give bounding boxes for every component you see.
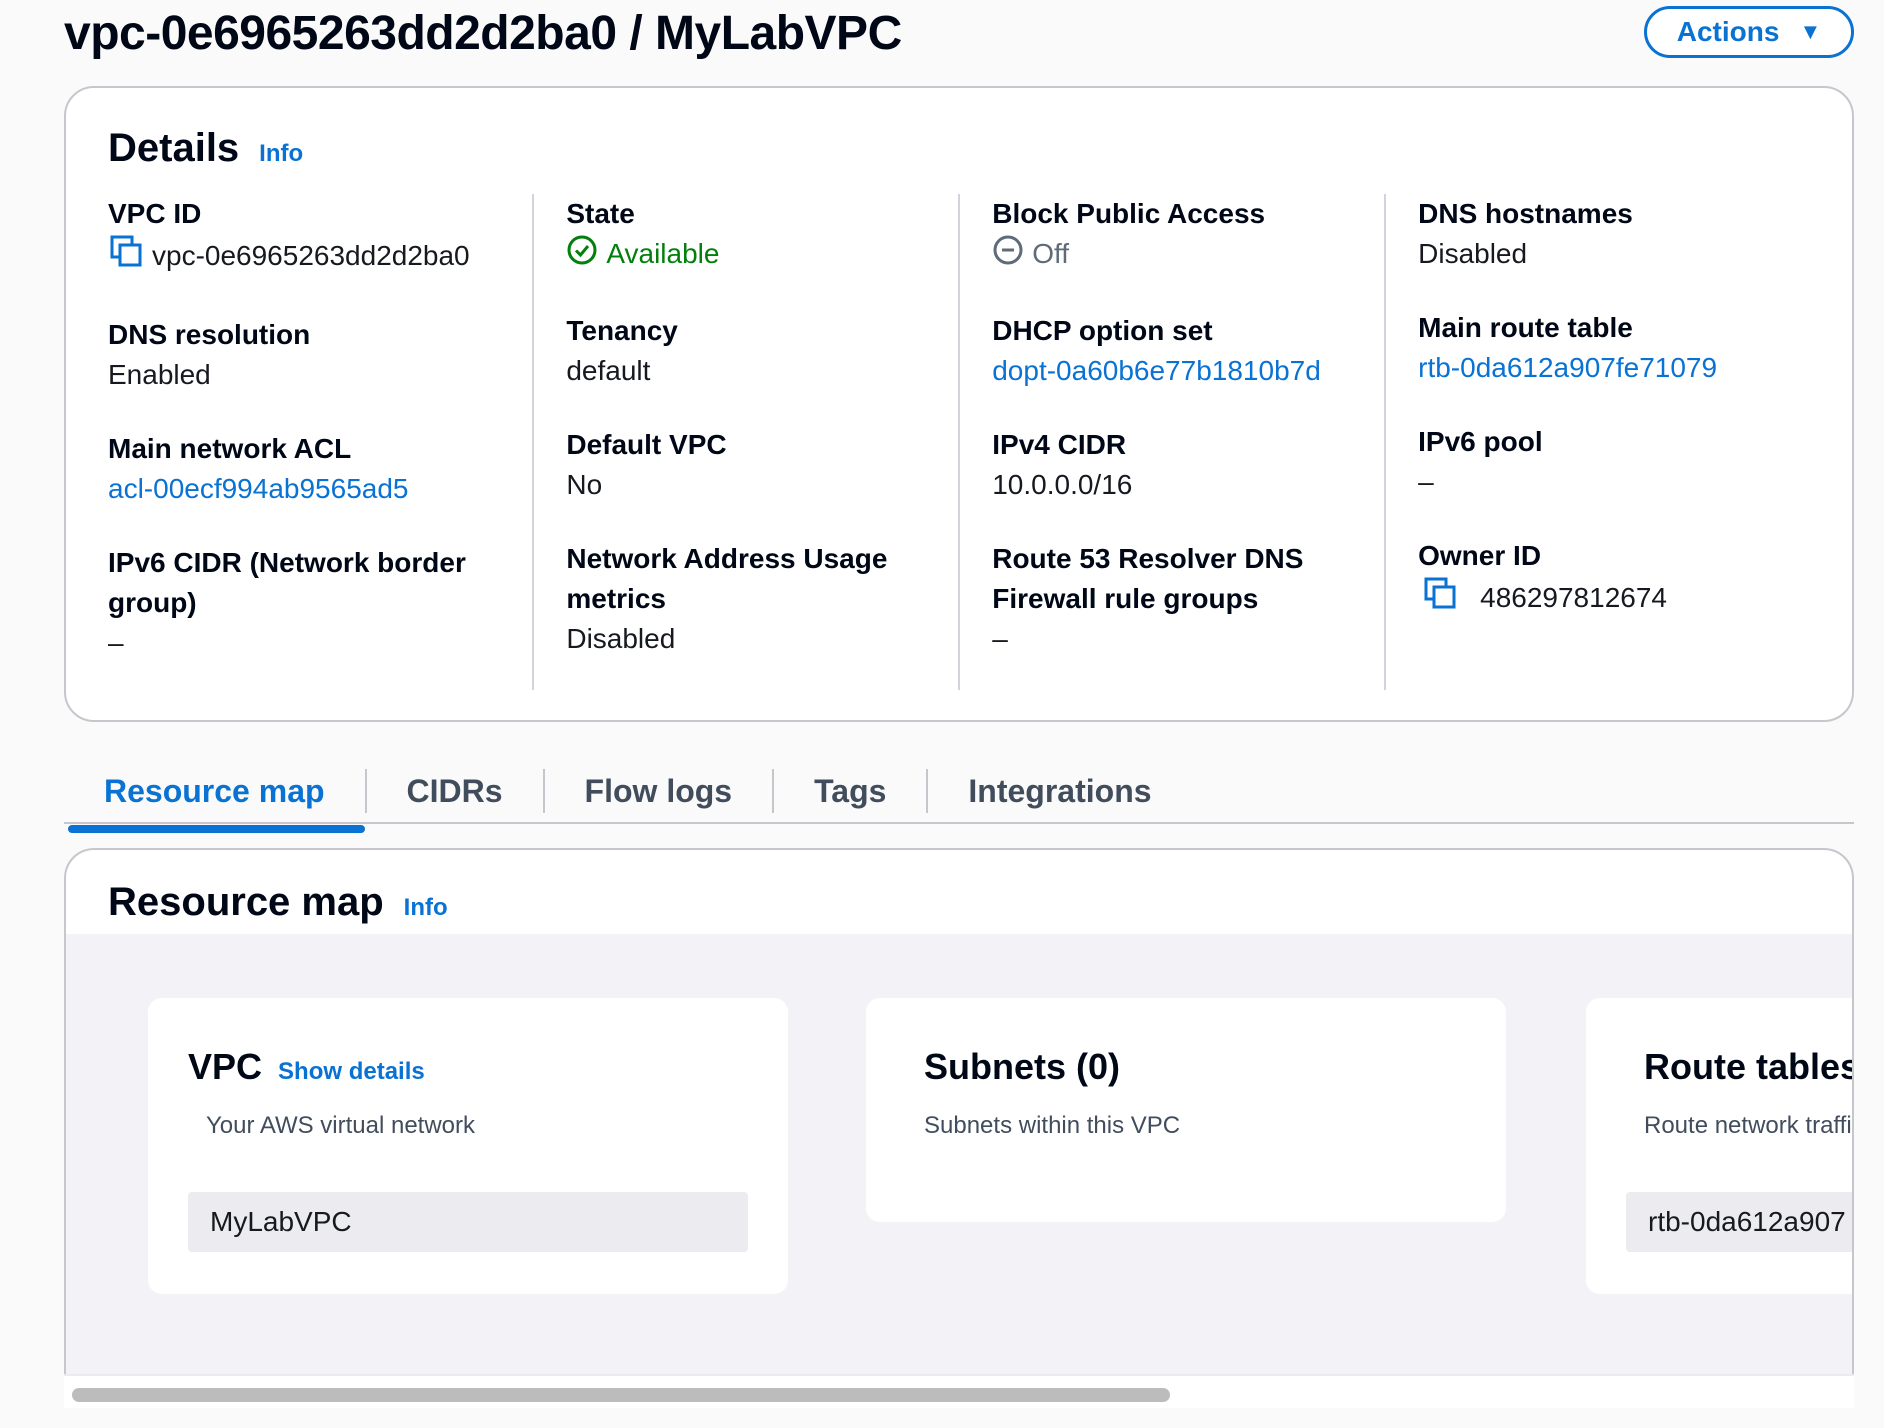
tab-integrations[interactable]: Integrations (926, 769, 1191, 813)
field-value: 10.0.0.0/16 (992, 469, 1133, 501)
resource-map-info-link[interactable]: Info (404, 894, 448, 922)
bpa-status: Off (992, 234, 1354, 277)
field-label: Tenancy (566, 315, 678, 347)
main-route-table-link[interactable]: rtb-0da612a907fe71079 (1418, 348, 1780, 388)
details-column-3: Block Public Access Off DHCP option set … (958, 194, 1384, 690)
vpc-box-subtitle: Your AWS virtual network (206, 1112, 476, 1139)
field-block-public-access: Block Public Access Off (992, 194, 1354, 277)
subnets-resource-box: Subnets (0) Subnets within this VPC (866, 998, 1506, 1222)
tab-tags[interactable]: Tags (772, 769, 926, 813)
state-value: Available (606, 238, 720, 269)
vpc-id-value: vpc-0e6965263dd2d2ba0 (152, 239, 470, 271)
tab-resource-map[interactable]: Resource map (64, 769, 365, 833)
field-main-route-table: Main route table rtb-0da612a907fe71079 (1418, 308, 1780, 388)
field-dhcp-option-set: DHCP option set dopt-0a60b6e77b1810b7d (992, 311, 1354, 391)
tab-cidrs[interactable]: CIDRs (364, 769, 543, 813)
field-label: IPv6 CIDR (Network border group) (108, 547, 466, 618)
details-title: Details (108, 126, 240, 170)
page-header: vpc-0e6965263dd2d2ba0 / MyLabVPC Actions… (64, 0, 1854, 72)
vpc-box-title: VPC (188, 1046, 263, 1087)
bpa-value: Off (1032, 238, 1070, 269)
status-success-icon (566, 234, 598, 277)
field-value: – (108, 627, 124, 658)
field-label: IPv4 CIDR (992, 429, 1127, 461)
details-columns: VPC ID vpc-0e6965263dd2d2ba0 DNS resolut… (108, 194, 1810, 690)
field-dns-hostnames: DNS hostnames Disabled (1418, 194, 1780, 274)
state-status: Available (566, 234, 928, 277)
route-tables-box-subtitle: Route network traffi (1644, 1112, 1852, 1139)
field-nau-metrics: Network Address Usage metrics Disabled (566, 539, 928, 659)
field-ipv6-cidr: IPv6 CIDR (Network border group) – (108, 543, 502, 663)
field-label: Block Public Access (992, 198, 1266, 229)
details-heading: Details Info (108, 126, 303, 171)
subnets-box-title: Subnets (0) (924, 1046, 1121, 1087)
details-column-1: VPC ID vpc-0e6965263dd2d2ba0 DNS resolut… (108, 194, 532, 690)
caret-down-icon: ▼ (1799, 19, 1822, 44)
field-main-network-acl: Main network ACL acl-00ecf994ab9565ad5 (108, 429, 502, 509)
route-tables-box-title: Route tables (1644, 1046, 1854, 1087)
owner-id-value: 486297812674 (1480, 581, 1667, 613)
resource-map-heading: Resource map Info (108, 880, 448, 925)
field-value: 486297812674 (1418, 576, 1780, 623)
details-info-link[interactable]: Info (259, 140, 303, 168)
field-value: default (566, 355, 651, 387)
actions-button[interactable]: Actions ▼ (1644, 6, 1854, 58)
resource-map-canvas: VPC Show details Your AWS virtual networ… (66, 934, 1852, 1408)
field-value: – (1418, 466, 1434, 497)
field-value: Enabled (108, 359, 211, 390)
field-tenancy: Tenancy default (566, 311, 928, 391)
field-label: DNS hostnames (1418, 198, 1633, 229)
field-label: Main route table (1418, 312, 1633, 343)
main-network-acl-link[interactable]: acl-00ecf994ab9565ad5 (108, 469, 502, 509)
field-label: Route 53 Resolver DNS Firewall rule grou… (992, 543, 1304, 615)
field-owner-id: Owner ID 486297812674 (1418, 536, 1780, 623)
field-value: Disabled (1418, 238, 1528, 269)
field-label: DHCP option set (992, 315, 1213, 347)
field-label: Network Address Usage metrics (566, 543, 888, 615)
field-label: Main network ACL (108, 433, 352, 464)
field-label: VPC ID (108, 198, 202, 229)
copy-icon[interactable] (1422, 576, 1458, 623)
show-details-link[interactable]: Show details (278, 1058, 425, 1086)
tab-flow-logs[interactable]: Flow logs (542, 769, 773, 813)
details-column-2: State Available Tenancy default Default … (532, 194, 958, 690)
field-value: – (992, 623, 1008, 655)
field-ipv4-cidr: IPv4 CIDR 10.0.0.0/16 (992, 425, 1354, 505)
field-value: No (566, 469, 603, 501)
horizontal-scrollbar[interactable] (64, 1374, 1854, 1408)
resource-map-panel: Resource map Info VPC Show details Your … (64, 848, 1854, 1408)
field-label: DNS resolution (108, 319, 311, 350)
status-off-icon (992, 234, 1024, 277)
route-tables-resource-box: Route tables Route network traffi rtb-0d… (1586, 998, 1854, 1294)
field-label: Default VPC (566, 429, 727, 461)
details-panel: Details Info VPC ID vpc-0e6965263dd2d2ba… (64, 86, 1854, 722)
route-table-item[interactable]: rtb-0da612a907 (1626, 1192, 1852, 1252)
field-dns-resolution: DNS resolution Enabled (108, 315, 502, 395)
actions-label: Actions (1676, 16, 1780, 47)
copy-icon[interactable] (108, 234, 144, 281)
field-route53-firewall: Route 53 Resolver DNS Firewall rule grou… (992, 539, 1354, 659)
field-ipv6-pool: IPv6 pool – (1418, 422, 1780, 502)
field-label: State (566, 198, 635, 229)
field-vpc-id: VPC ID vpc-0e6965263dd2d2ba0 (108, 194, 502, 281)
details-column-4: DNS hostnames Disabled Main route table … (1384, 194, 1810, 690)
field-label: Owner ID (1418, 540, 1542, 571)
scrollbar-thumb[interactable] (72, 1388, 1170, 1402)
field-value: Disabled (566, 623, 676, 655)
resource-map-title: Resource map (108, 880, 384, 924)
field-state: State Available (566, 194, 928, 277)
field-label: IPv6 pool (1418, 426, 1543, 457)
vpc-item[interactable]: MyLabVPC (188, 1192, 748, 1252)
subnets-box-subtitle: Subnets within this VPC (924, 1112, 1181, 1139)
field-value: vpc-0e6965263dd2d2ba0 (108, 234, 502, 281)
dhcp-option-set-link[interactable]: dopt-0a60b6e77b1810b7d (992, 351, 1354, 391)
tab-bar: Resource map CIDRs Flow logs Tags Integr… (64, 760, 1854, 833)
page-title: vpc-0e6965263dd2d2ba0 / MyLabVPC (64, 7, 902, 60)
vpc-resource-box: VPC Show details Your AWS virtual networ… (148, 998, 788, 1294)
field-default-vpc: Default VPC No (566, 425, 928, 505)
